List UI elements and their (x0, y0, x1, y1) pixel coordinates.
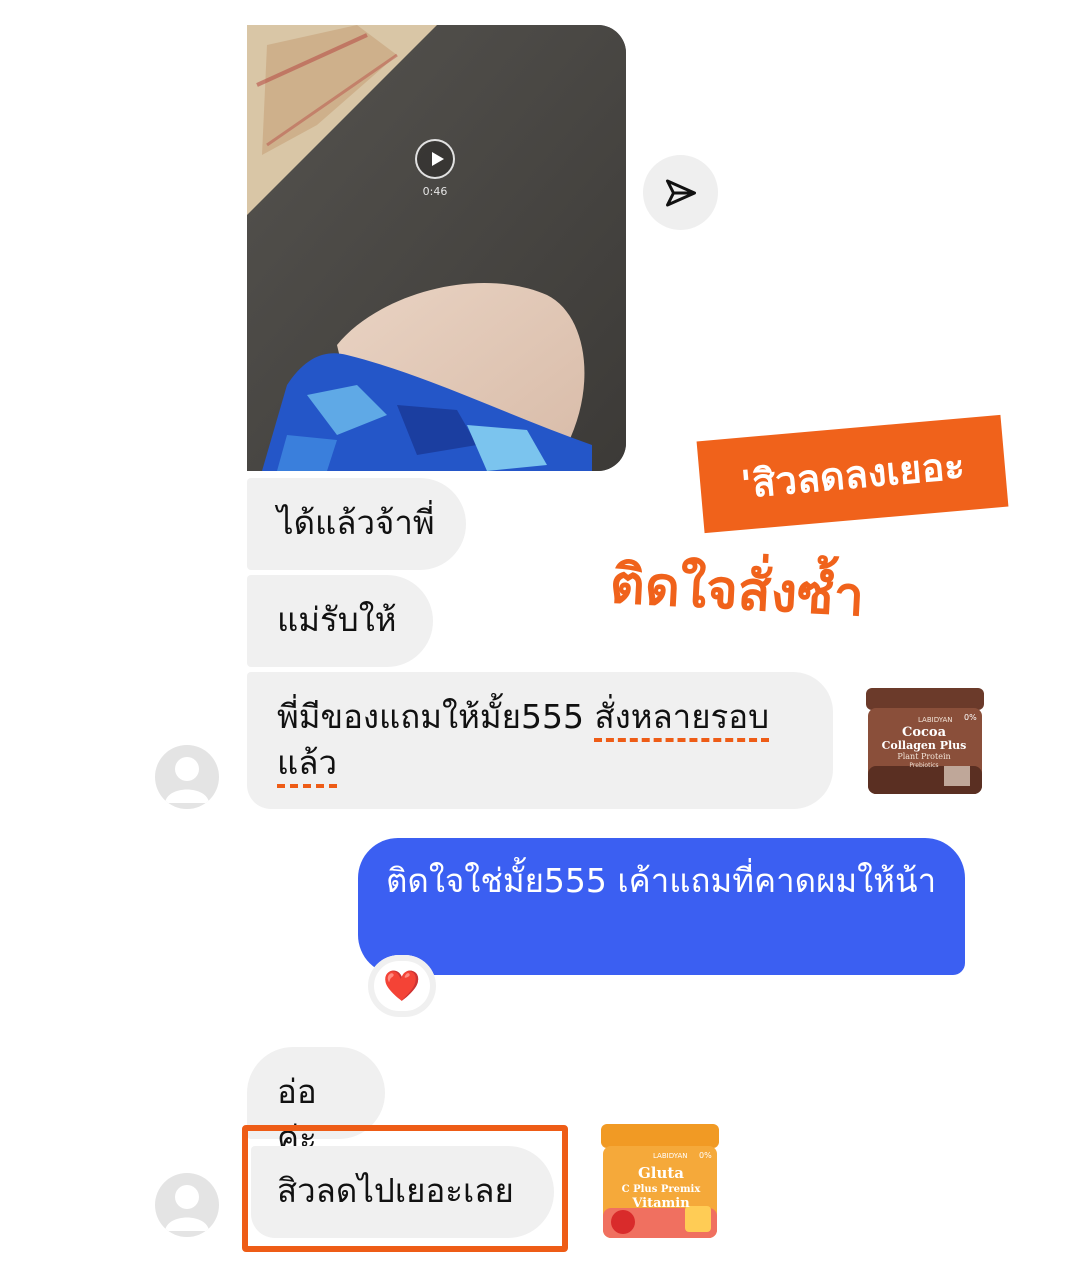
message-text: แม่รับให้ (277, 600, 397, 639)
annotation-tag: 'สิวลดลงเยอะ (696, 414, 1009, 534)
user-icon (165, 1185, 209, 1231)
message-text-underlined: แล้ว (277, 743, 338, 788)
product-name: Gluta (638, 1164, 684, 1182)
product-subtitle: Vitamin (631, 1196, 690, 1211)
product-name: C Plus Premix (622, 1184, 702, 1195)
product-badge: 0% (964, 713, 977, 722)
product-name: Collagen Plus (882, 739, 967, 752)
message-received[interactable]: พี่มีของแถมให้มั้ย555 สั่งหลายรอบ แล้ว (247, 672, 833, 809)
message-text: พี่มีของแถมให้มั้ย555 (277, 697, 595, 736)
avatar[interactable] (155, 1173, 219, 1237)
product-name: Cocoa (902, 725, 947, 740)
highlight-box (242, 1125, 568, 1252)
product-badge: 0% (699, 1151, 712, 1160)
product-image-gluta: LABIDYAN 0% Gluta C Plus Premix Vitamin (595, 1122, 725, 1242)
product-brand: LABIDYAN (653, 1152, 687, 1160)
annotation-handwritten: ติดใจสั่งซ้ำ (608, 552, 866, 629)
message-text: ได้แล้วจ้าพี่ (277, 503, 435, 542)
share-button[interactable] (643, 155, 718, 230)
message-received[interactable]: แม่รับให้ (247, 575, 433, 667)
play-icon[interactable] (415, 139, 455, 179)
user-icon (165, 757, 209, 803)
message-received[interactable]: ได้แล้วจ้าพี่ (247, 478, 466, 570)
avatar[interactable] (155, 745, 219, 809)
message-text: ติดใจใช่มั้ย555 เค้าแถมที่คาดผมให้น้า (386, 861, 937, 900)
product-subtitle: Prebiotics (909, 762, 938, 769)
product-subtitle: Plant Protein (897, 752, 950, 761)
send-icon (665, 179, 696, 206)
heart-icon: ❤️ (383, 968, 421, 1004)
reaction-badge[interactable]: ❤️ (368, 955, 436, 1017)
message-text-underlined: สั่งหลายรอบ (594, 697, 770, 742)
video-thumbnail (247, 25, 626, 471)
product-image-cocoa: LABIDYAN 0% Cocoa Collagen Plus Plant Pr… (862, 686, 992, 801)
video-duration: 0:46 (422, 185, 448, 198)
video-attachment[interactable]: 0:46 (247, 25, 626, 471)
product-brand: LABIDYAN (918, 716, 952, 724)
message-sent[interactable]: ติดใจใช่มั้ย555 เค้าแถมที่คาดผมให้น้า (358, 838, 965, 975)
